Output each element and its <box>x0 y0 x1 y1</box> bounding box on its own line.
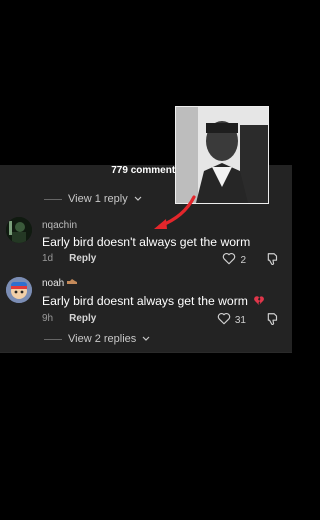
like-count: 31 <box>234 314 246 326</box>
chevron-down-icon <box>134 195 142 204</box>
comment-text: Early bird doesnt always get the worm <box>42 294 265 309</box>
reply-thread-line <box>44 338 62 340</box>
avatar-noah[interactable] <box>6 277 32 303</box>
meme-photo-image <box>176 107 268 203</box>
comment-text: Early bird doesn't always get the worm <box>42 235 251 249</box>
heart-outline-icon <box>222 252 236 268</box>
reply-thread-line <box>44 198 62 200</box>
comment-age: 9h <box>42 313 54 324</box>
view-replies-bottom[interactable]: View 2 replies <box>44 333 150 345</box>
dislike-button[interactable] <box>266 312 280 331</box>
comment-username[interactable]: nqachin <box>42 220 77 231</box>
arrow-pointer-icon <box>154 195 196 229</box>
sneaker-icon <box>66 278 78 289</box>
meme-photo <box>175 106 269 204</box>
comment-meta: 9h Reply <box>42 313 96 324</box>
comment-age: 1d <box>42 253 54 264</box>
comment-meta: 1d Reply <box>42 253 96 264</box>
comment-username-text: noah <box>42 278 65 289</box>
avatar-image <box>6 277 32 303</box>
avatar-nqachin[interactable] <box>6 217 32 243</box>
panel-bottom-divider <box>0 352 292 353</box>
thumbs-down-icon <box>266 253 280 270</box>
dislike-button[interactable] <box>266 252 280 271</box>
reply-button[interactable]: Reply <box>69 253 96 264</box>
like-count: 2 <box>240 254 246 266</box>
view-replies-top[interactable]: View 1 reply <box>44 193 142 205</box>
reply-button[interactable]: Reply <box>69 313 96 324</box>
chevron-down-icon <box>142 335 150 344</box>
like-button[interactable]: 2 <box>222 252 246 268</box>
like-button[interactable]: 31 <box>217 312 246 328</box>
thumbs-down-icon <box>266 313 280 330</box>
comment-username[interactable]: noah <box>42 278 78 289</box>
broken-heart-icon <box>253 295 265 309</box>
avatar-image <box>6 217 32 243</box>
view-replies-label: View 1 reply <box>68 193 128 205</box>
comment-text-content: Early bird doesnt always get the worm <box>42 294 248 308</box>
view-replies-label: View 2 replies <box>68 333 137 345</box>
heart-outline-icon <box>217 312 231 328</box>
